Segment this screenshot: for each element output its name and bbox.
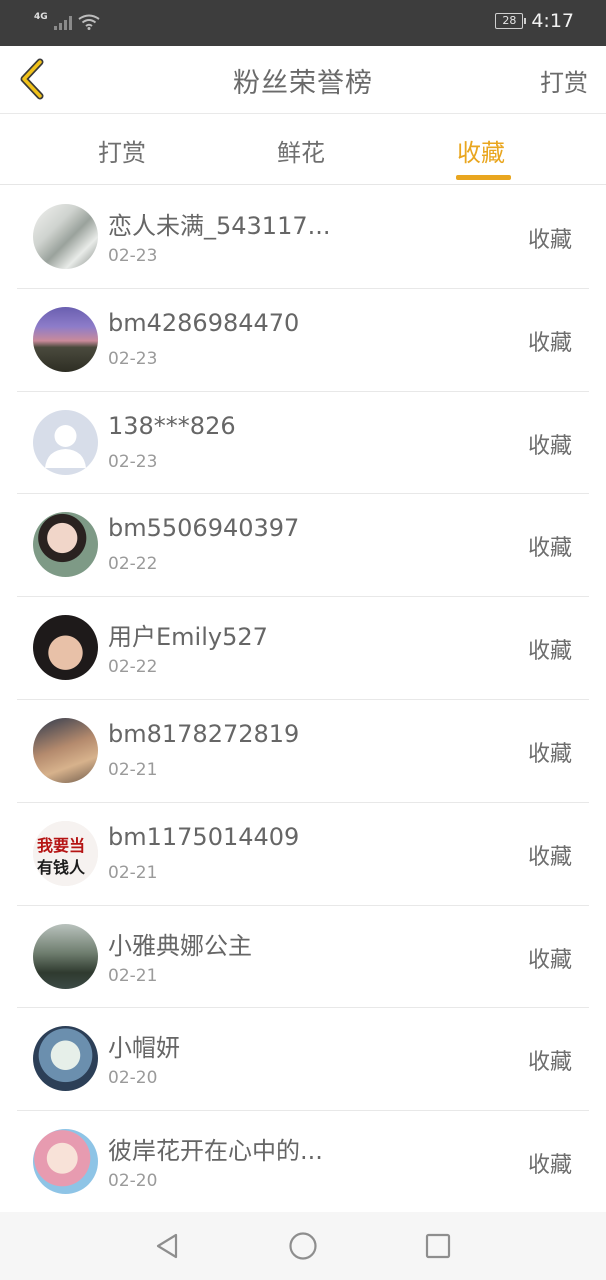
user-name: 彼岸花开在心中的...	[108, 1137, 323, 1166]
list-item[interactable]: bm4286984470 02-23 收藏	[0, 289, 606, 392]
action-label: 收藏	[527, 330, 572, 356]
user-name: bm5506940397	[108, 514, 300, 543]
action-label: 收藏	[527, 741, 572, 767]
list-item[interactable]: bm5506940397 02-22 收藏	[0, 494, 606, 598]
action-label: 收藏	[527, 1153, 572, 1179]
action-label: 收藏	[527, 1050, 572, 1076]
network-type: 4G	[34, 12, 48, 22]
user-name: 恋人未满_543117...	[108, 212, 331, 240]
nav-home-button[interactable]	[287, 1230, 319, 1262]
status-right: 28 4:17	[495, 10, 574, 32]
nav-back-button[interactable]	[152, 1230, 184, 1262]
list-item[interactable]: 我要当 有钱人 bm1175014409 02-21 收藏	[0, 803, 606, 906]
user-name: bm8178272819	[108, 719, 300, 748]
status-bar: 4G 28 4:17	[0, 0, 606, 46]
user-date: 02-21	[108, 965, 158, 986]
fan-list: 恋人未满_543117... 02-23 收藏 bm4286984470 02-…	[0, 186, 606, 1214]
reward-button[interactable]: 打赏	[540, 63, 588, 98]
action-label: 收藏	[527, 228, 572, 253]
triangle-back-icon	[156, 1233, 178, 1259]
avatar	[33, 1129, 98, 1195]
list-item[interactable]: 138***826 02-23 收藏	[0, 392, 606, 495]
action-label: 收藏	[527, 844, 572, 870]
user-date: 02-21	[108, 759, 158, 780]
user-name: 138***826	[108, 411, 236, 440]
user-date: 02-20	[108, 1068, 158, 1089]
action-label: 收藏	[527, 639, 572, 665]
svg-text:有钱人: 有钱人	[37, 858, 86, 877]
user-name: bm4286984470	[108, 308, 300, 337]
wifi-icon	[78, 14, 100, 30]
user-date: 02-23	[108, 348, 158, 369]
avatar	[33, 1026, 98, 1092]
list-item[interactable]: 彼岸花开在心中的... 02-20 收藏	[0, 1111, 606, 1214]
list-item[interactable]: 恋人未满_543117... 02-23 收藏	[0, 186, 606, 289]
active-tab-indicator	[456, 175, 511, 180]
tab-flowers[interactable]: 鲜花	[277, 133, 325, 168]
avatar	[33, 512, 98, 578]
list-item[interactable]: bm8178272819 02-21 收藏	[0, 700, 606, 803]
svg-text:我要当: 我要当	[37, 836, 85, 855]
tab-reward[interactable]: 打赏	[98, 133, 146, 168]
avatar	[33, 306, 98, 372]
user-name: 小雅典娜公主	[108, 931, 252, 960]
signal-icon	[53, 14, 72, 30]
user-date: 02-23	[108, 246, 158, 266]
user-date: 02-22	[108, 554, 158, 575]
action-label: 收藏	[527, 947, 572, 973]
list-item[interactable]: 小雅典娜公主 02-21 收藏	[0, 906, 606, 1009]
user-name: 用户Emily527	[108, 623, 268, 652]
user-date: 02-20	[108, 1171, 158, 1192]
action-label: 收藏	[527, 536, 572, 562]
avatar	[33, 409, 98, 475]
page-title: 粉丝荣誉榜	[233, 68, 373, 99]
status-left: 4G	[34, 12, 100, 32]
user-date: 02-22	[108, 657, 158, 678]
list-item[interactable]: 小帽妍 02-20 收藏	[0, 1008, 606, 1112]
circle-home-icon	[289, 1232, 317, 1260]
avatar: 我要当 有钱人	[33, 820, 98, 886]
square-recent-icon	[425, 1233, 451, 1259]
system-nav-bar	[0, 1212, 606, 1280]
tab-bar: 打赏 鲜花 收藏	[0, 115, 606, 185]
user-date: 02-23	[108, 451, 158, 472]
default-user-icon	[45, 424, 86, 468]
avatar-text-image: 我要当 有钱人	[33, 820, 98, 886]
avatar	[33, 923, 98, 989]
nav-recent-button[interactable]	[422, 1230, 454, 1262]
avatar	[33, 615, 98, 681]
action-label: 收藏	[527, 433, 572, 459]
tab-favorites[interactable]: 收藏	[457, 133, 505, 168]
user-name: bm1175014409	[108, 822, 300, 851]
battery-icon: 28	[495, 13, 527, 29]
user-name: 小帽妍	[108, 1034, 180, 1063]
title-bar: 粉丝荣誉榜 打赏	[0, 46, 606, 114]
list-item[interactable]: 用户Emily527 02-22 收藏	[0, 597, 606, 700]
user-date: 02-21	[108, 862, 158, 883]
clock: 4:17	[531, 10, 574, 32]
avatar	[33, 204, 98, 269]
avatar	[33, 717, 98, 783]
